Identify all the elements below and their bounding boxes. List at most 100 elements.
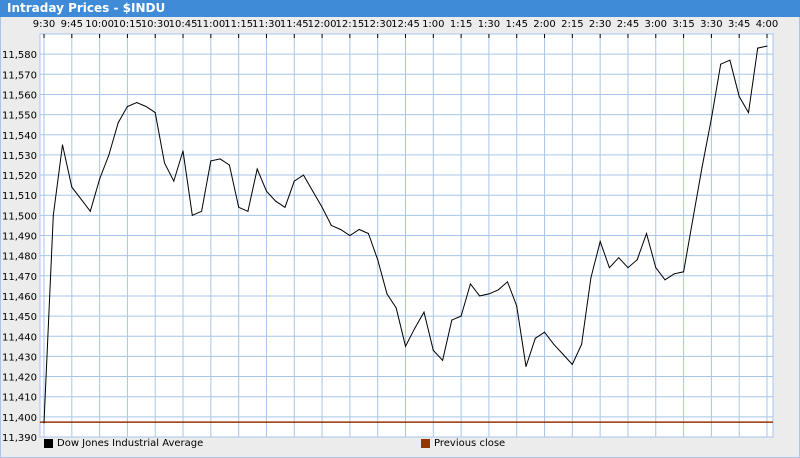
djia-data-point [701, 166, 703, 168]
y-tick-label: 11,450 [2, 312, 37, 323]
djia-data-point [571, 363, 573, 365]
djia-data-point [312, 190, 314, 192]
djia-data-point [581, 343, 583, 345]
x-tick-label: 2:30 [589, 19, 611, 30]
x-tick-label: 9:45 [61, 19, 83, 30]
djia-data-point [238, 206, 240, 208]
x-tick-label: 3:00 [645, 19, 667, 30]
x-tick-label: 3:30 [700, 19, 722, 30]
djia-data-point [720, 63, 722, 65]
x-tick-label: 1:30 [478, 19, 500, 30]
djia-data-point [599, 241, 601, 243]
y-tick-label: 11,400 [2, 413, 37, 424]
djia-data-point [664, 279, 666, 281]
legend-item-previous-close: Previous close [421, 438, 505, 449]
x-tick-label: 2:00 [533, 19, 555, 30]
djia-data-point [757, 47, 759, 49]
legend-label-djia: Dow Jones Industrial Average [57, 438, 204, 449]
y-tick-label: 11,460 [2, 292, 37, 303]
djia-data-point [80, 198, 82, 200]
djia-data-point [330, 224, 332, 226]
y-tick-label: 11,510 [2, 191, 37, 202]
djia-data-point [136, 102, 138, 104]
djia-data-point [414, 327, 416, 329]
y-tick-label: 11,430 [2, 352, 37, 363]
djia-data-point [405, 345, 406, 347]
djia-data-point [89, 210, 91, 212]
djia-data-point [488, 293, 490, 295]
x-tick-label: 10:15 [113, 19, 142, 30]
djia-data-point [673, 273, 675, 275]
x-tick-label: 12:15 [335, 19, 364, 30]
x-tick-label: 11:00 [196, 19, 225, 30]
x-tick-label: 11:15 [224, 19, 253, 30]
djia-data-point [766, 45, 768, 47]
djia-data-point [164, 162, 165, 164]
djia-data-point [692, 218, 694, 220]
x-tick-label: 9:30 [33, 19, 55, 30]
djia-data-point [256, 168, 258, 170]
y-tick-label: 11,580 [2, 50, 37, 61]
djia-data-point [747, 112, 749, 114]
djia-data-point [154, 112, 156, 114]
djia-data-point [636, 259, 638, 261]
legend-item-djia: Dow Jones Industrial Average [44, 438, 203, 449]
djia-data-point [655, 267, 657, 269]
djia-data-point [608, 267, 610, 269]
djia-data-point [683, 271, 685, 273]
djia-data-point [516, 305, 518, 307]
djia-data-point [590, 277, 592, 279]
djia-data-point [71, 186, 73, 188]
x-tick-label: 12:00 [308, 19, 337, 30]
djia-data-point [108, 154, 110, 156]
djia-data-point [534, 337, 536, 339]
y-tick-label: 11,500 [2, 211, 37, 222]
y-tick-label: 11,540 [2, 131, 37, 142]
y-tick-label: 11,570 [2, 70, 37, 81]
djia-data-point [729, 59, 731, 61]
x-tick-label: 12:45 [391, 19, 420, 30]
djia-data-point [553, 343, 555, 345]
legend-label-previous-close: Previous close [434, 438, 506, 449]
djia-data-point [321, 206, 323, 208]
djia-data-point [627, 267, 629, 269]
x-tick-label: 10:45 [169, 19, 198, 30]
y-tick-label: 11,390 [2, 433, 37, 444]
djia-data-point [442, 359, 444, 361]
x-tick-label: 10:00 [85, 19, 114, 30]
y-tick-label: 11,550 [2, 111, 37, 122]
djia-data-point [377, 259, 379, 261]
djia-data-point [219, 158, 221, 160]
x-tick-label: 3:15 [672, 19, 694, 30]
x-tick-label: 3:45 [728, 19, 750, 30]
djia-data-point [145, 106, 147, 108]
legend-swatch-previous-close [421, 439, 430, 448]
djia-data-point [460, 315, 462, 317]
djia-data-point [367, 232, 369, 234]
djia-data-point [358, 228, 360, 230]
djia-data-point [126, 106, 128, 108]
djia-data-point [275, 200, 277, 202]
djia-data-point [386, 293, 388, 295]
djia-data-point [544, 331, 546, 333]
x-tick-label: 11:30 [252, 19, 281, 30]
djia-data-point [451, 319, 453, 321]
djia-data-point [618, 257, 620, 259]
djia-data-point [228, 164, 230, 166]
djia-data-point [423, 311, 425, 313]
djia-data-point [293, 180, 295, 182]
y-tick-label: 11,470 [2, 272, 37, 283]
djia-data-point [62, 144, 64, 146]
djia-data-point [201, 210, 203, 212]
x-tick-label: 11:45 [280, 19, 309, 30]
djia-data-point [738, 95, 740, 97]
y-tick-label: 11,440 [2, 332, 37, 343]
x-tick-label: 1:00 [422, 19, 444, 30]
y-tick-label: 11,490 [2, 232, 37, 243]
djia-data-point [646, 232, 647, 234]
intraday-chart: 9:30 9:45 10:0010:1510:3010:4511:0011:1511… [2, 19, 778, 444]
djia-data-point [432, 349, 434, 351]
djia-data-point [525, 365, 527, 367]
djia-data-point [303, 174, 305, 176]
x-tick-label: 1:15 [450, 19, 472, 30]
